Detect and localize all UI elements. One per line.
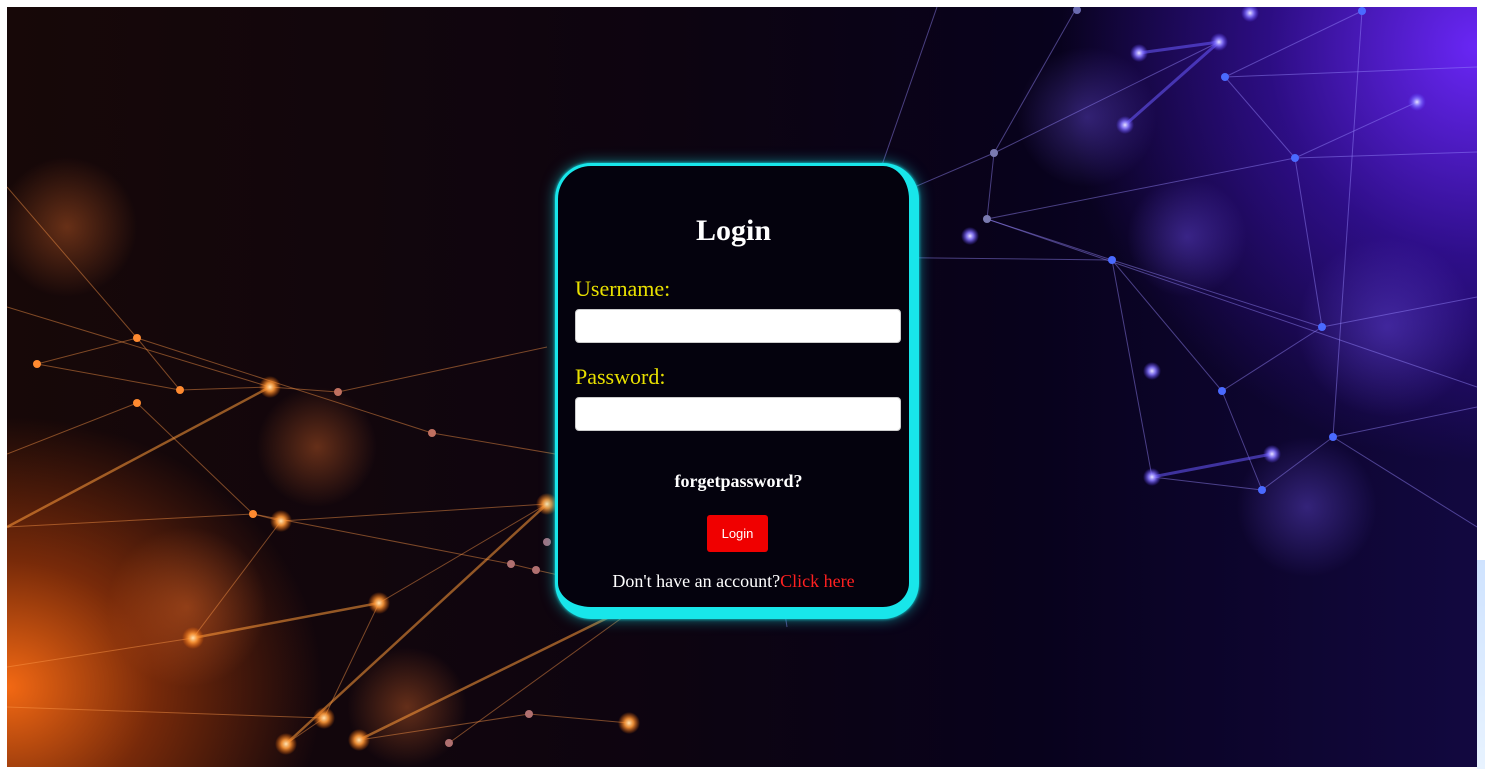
signup-link[interactable]: Click here — [780, 571, 854, 591]
forgot-password-link[interactable]: forgetpassword? — [558, 471, 909, 492]
username-label: Username: — [575, 276, 671, 301]
browser-top-edge — [0, 0, 1485, 7]
signup-prompt: Don't have an account?Click here — [558, 571, 909, 592]
window-edge-strip — [1477, 560, 1485, 769]
login-title: Login — [695, 214, 772, 247]
signup-prompt-text: Don't have an account? — [612, 571, 781, 591]
login-button[interactable]: Login — [707, 515, 768, 552]
page-background: Login Username: Password: forgetpassword… — [7, 7, 1477, 767]
login-card: Login Username: Password: forgetpassword… — [555, 163, 919, 619]
password-input[interactable] — [575, 397, 901, 431]
password-label: Password: — [575, 364, 666, 389]
username-input[interactable] — [575, 309, 901, 343]
